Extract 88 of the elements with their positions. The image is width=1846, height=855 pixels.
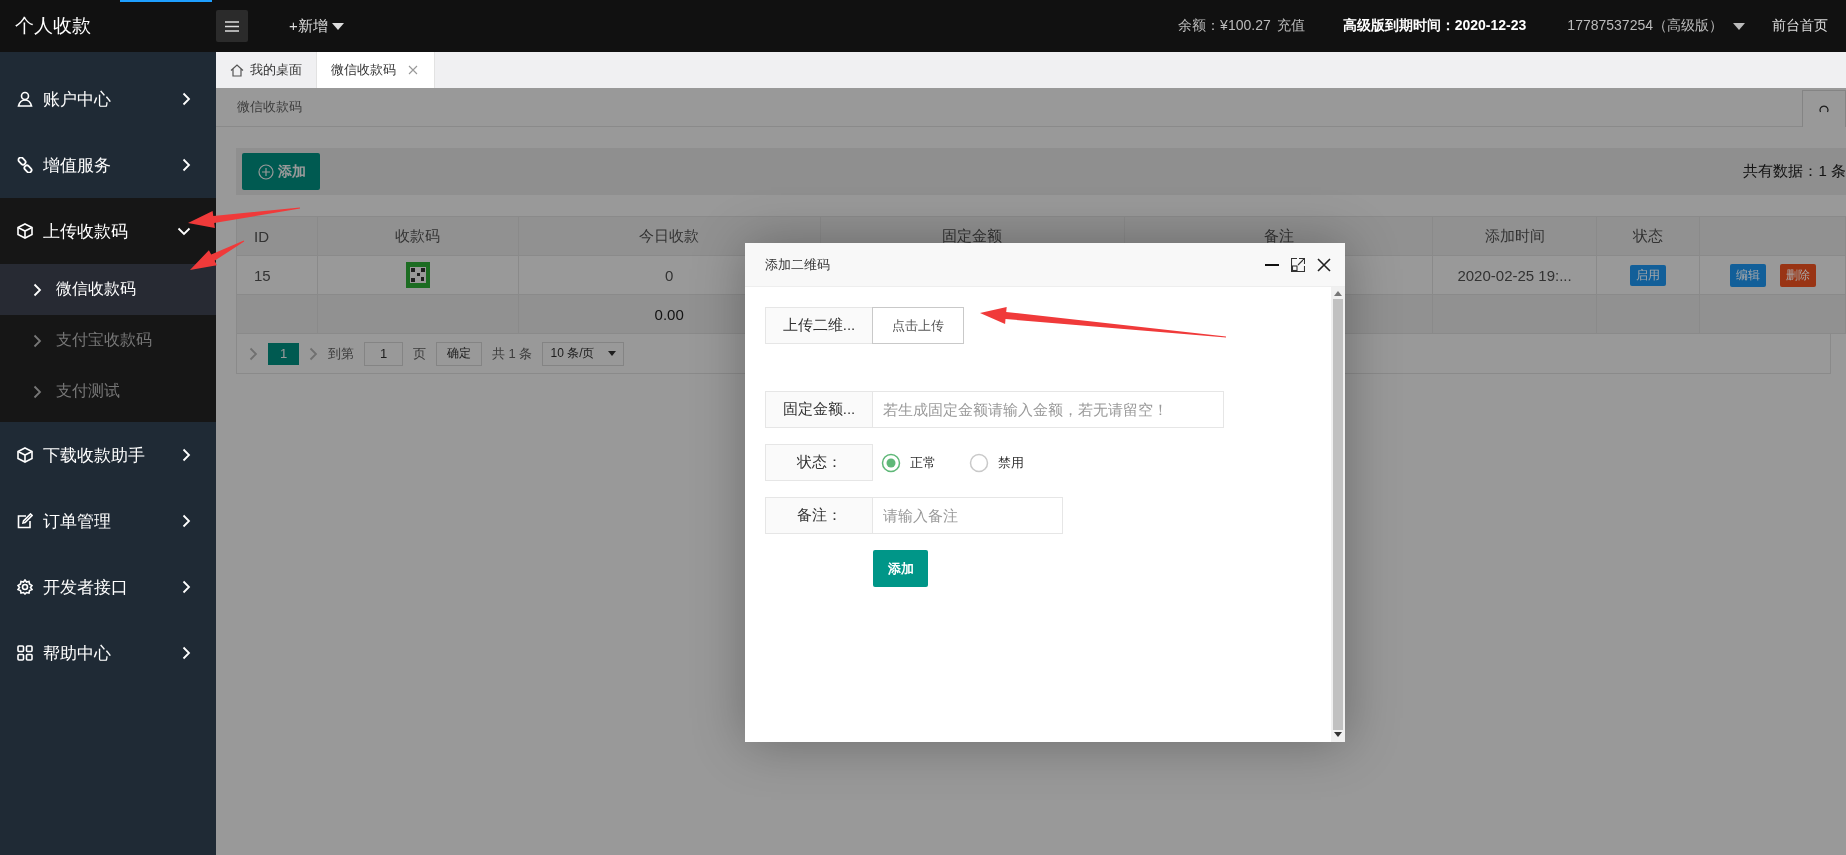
- chevron-right-icon: [309, 346, 318, 361]
- maximize-button[interactable]: [1291, 257, 1305, 272]
- chevron-right-icon: [182, 448, 191, 462]
- scrollbar[interactable]: [1331, 287, 1345, 742]
- breadcrumb: 微信收款码: [237, 98, 302, 116]
- sidebar-item[interactable]: 帮助中心: [0, 620, 216, 686]
- sidebar-item[interactable]: 增值服务: [0, 132, 216, 198]
- radio-option[interactable]: 禁用: [969, 452, 1024, 473]
- field-label: 固定金额...: [765, 391, 873, 428]
- input-field[interactable]: 请输入备注: [873, 497, 1063, 534]
- link-icon: [17, 157, 33, 173]
- sidebar-item[interactable]: 订单管理: [0, 488, 216, 554]
- chevron-down-icon: [177, 226, 191, 236]
- column-header: 状态: [1633, 226, 1663, 244]
- field-label: 状态：: [765, 444, 873, 481]
- sidebar-subitem[interactable]: 支付宝收款码: [0, 315, 216, 366]
- upload-button[interactable]: 点击上传: [872, 307, 964, 344]
- arrow-annotation: [190, 240, 245, 270]
- pager-total: 共 1 条: [492, 344, 533, 363]
- tab[interactable]: 微信收款码: [317, 52, 435, 88]
- home-icon: [230, 63, 244, 77]
- column-header: 固定金额: [942, 226, 1003, 244]
- table-cell: 2020-02-25 19:...: [1457, 266, 1572, 284]
- sidebar-item[interactable]: 下载收款助手: [0, 422, 216, 488]
- menu-button[interactable]: [216, 10, 248, 42]
- chevron-right-icon: [182, 92, 191, 106]
- table-cell: 15: [254, 266, 271, 284]
- column-header: 收款码: [395, 226, 441, 244]
- confirm-button[interactable]: 确定: [436, 341, 482, 366]
- refresh-icon: [1818, 103, 1830, 115]
- cube-icon: [17, 223, 33, 239]
- caret-down-icon: [608, 351, 617, 356]
- new-menu[interactable]: +新增: [289, 16, 344, 36]
- sidebar-item[interactable]: 上传收款码: [0, 198, 216, 264]
- column-header: 备注: [1263, 226, 1294, 244]
- cube-icon: [17, 447, 33, 463]
- plus-circle-icon: [258, 163, 274, 180]
- status-badge: 启用: [1630, 264, 1666, 286]
- column-header: ID: [254, 227, 269, 245]
- radio-option[interactable]: 正常: [881, 452, 936, 473]
- close-button[interactable]: [1317, 257, 1331, 272]
- chevron-right-icon: [33, 384, 42, 399]
- scroll-down-icon[interactable]: [1334, 732, 1342, 738]
- recharge-link[interactable]: 充值: [1276, 17, 1305, 35]
- scroll-up-icon[interactable]: [1334, 291, 1342, 297]
- app-logo: 个人收款: [14, 14, 92, 38]
- edit-icon: [17, 513, 33, 529]
- column-header: 今日收款: [639, 226, 700, 244]
- expiry-text: 高级版到期时间：2020-12-23: [1342, 17, 1527, 35]
- pager-label: 页: [413, 344, 426, 363]
- sidebar-item[interactable]: 开发者接口: [0, 554, 216, 620]
- pager-label: 到第: [328, 344, 354, 363]
- chevron-left-icon: [249, 346, 258, 361]
- user-menu[interactable]: 17787537254（高级版）: [1567, 17, 1745, 35]
- sidebar-subitem[interactable]: 支付测试: [0, 366, 216, 417]
- field-label: 上传二维...: [765, 307, 873, 344]
- sidebar-subitem[interactable]: 微信收款码: [0, 264, 216, 315]
- dialog-title: 添加二维码: [765, 255, 831, 274]
- minimize-icon: [1265, 263, 1279, 266]
- input-field[interactable]: 若生成固定金额请输入金额，若无请留空！: [873, 391, 1224, 428]
- sidebar-item[interactable]: 账户中心: [0, 66, 216, 132]
- close-icon: [1317, 257, 1331, 272]
- caret-down-icon: [1733, 22, 1745, 30]
- maximize-icon: [1291, 257, 1305, 272]
- home-link[interactable]: 前台首页: [1772, 17, 1828, 35]
- chevron-right-icon: [182, 514, 191, 528]
- page-size-select[interactable]: 10 条/页: [542, 341, 625, 366]
- chevron-right-icon: [182, 158, 191, 172]
- caret-down-icon: [331, 22, 344, 30]
- settings-icon: [17, 579, 33, 595]
- submit-button[interactable]: 添加: [873, 550, 928, 587]
- chevron-right-icon: [182, 580, 191, 594]
- page-input[interactable]: 1: [364, 341, 403, 366]
- chevron-right-icon: [33, 333, 42, 348]
- user-icon: [17, 91, 33, 107]
- chevron-right-icon: [33, 282, 42, 297]
- column-header: 添加时间: [1484, 226, 1545, 244]
- total-count: 共有数据：1 条: [1743, 162, 1846, 181]
- table-cell: 0: [665, 266, 674, 284]
- qr-code-icon: [405, 262, 430, 288]
- close-icon[interactable]: [408, 65, 418, 75]
- minimize-button[interactable]: [1265, 263, 1279, 266]
- menu-icon: [225, 20, 239, 32]
- field-label: 备注：: [765, 497, 873, 534]
- grid-icon: [17, 645, 33, 661]
- balance-text: 余额：¥100.27: [1178, 17, 1271, 35]
- chevron-right-icon: [182, 646, 191, 660]
- table-cell: 0.00: [654, 305, 684, 323]
